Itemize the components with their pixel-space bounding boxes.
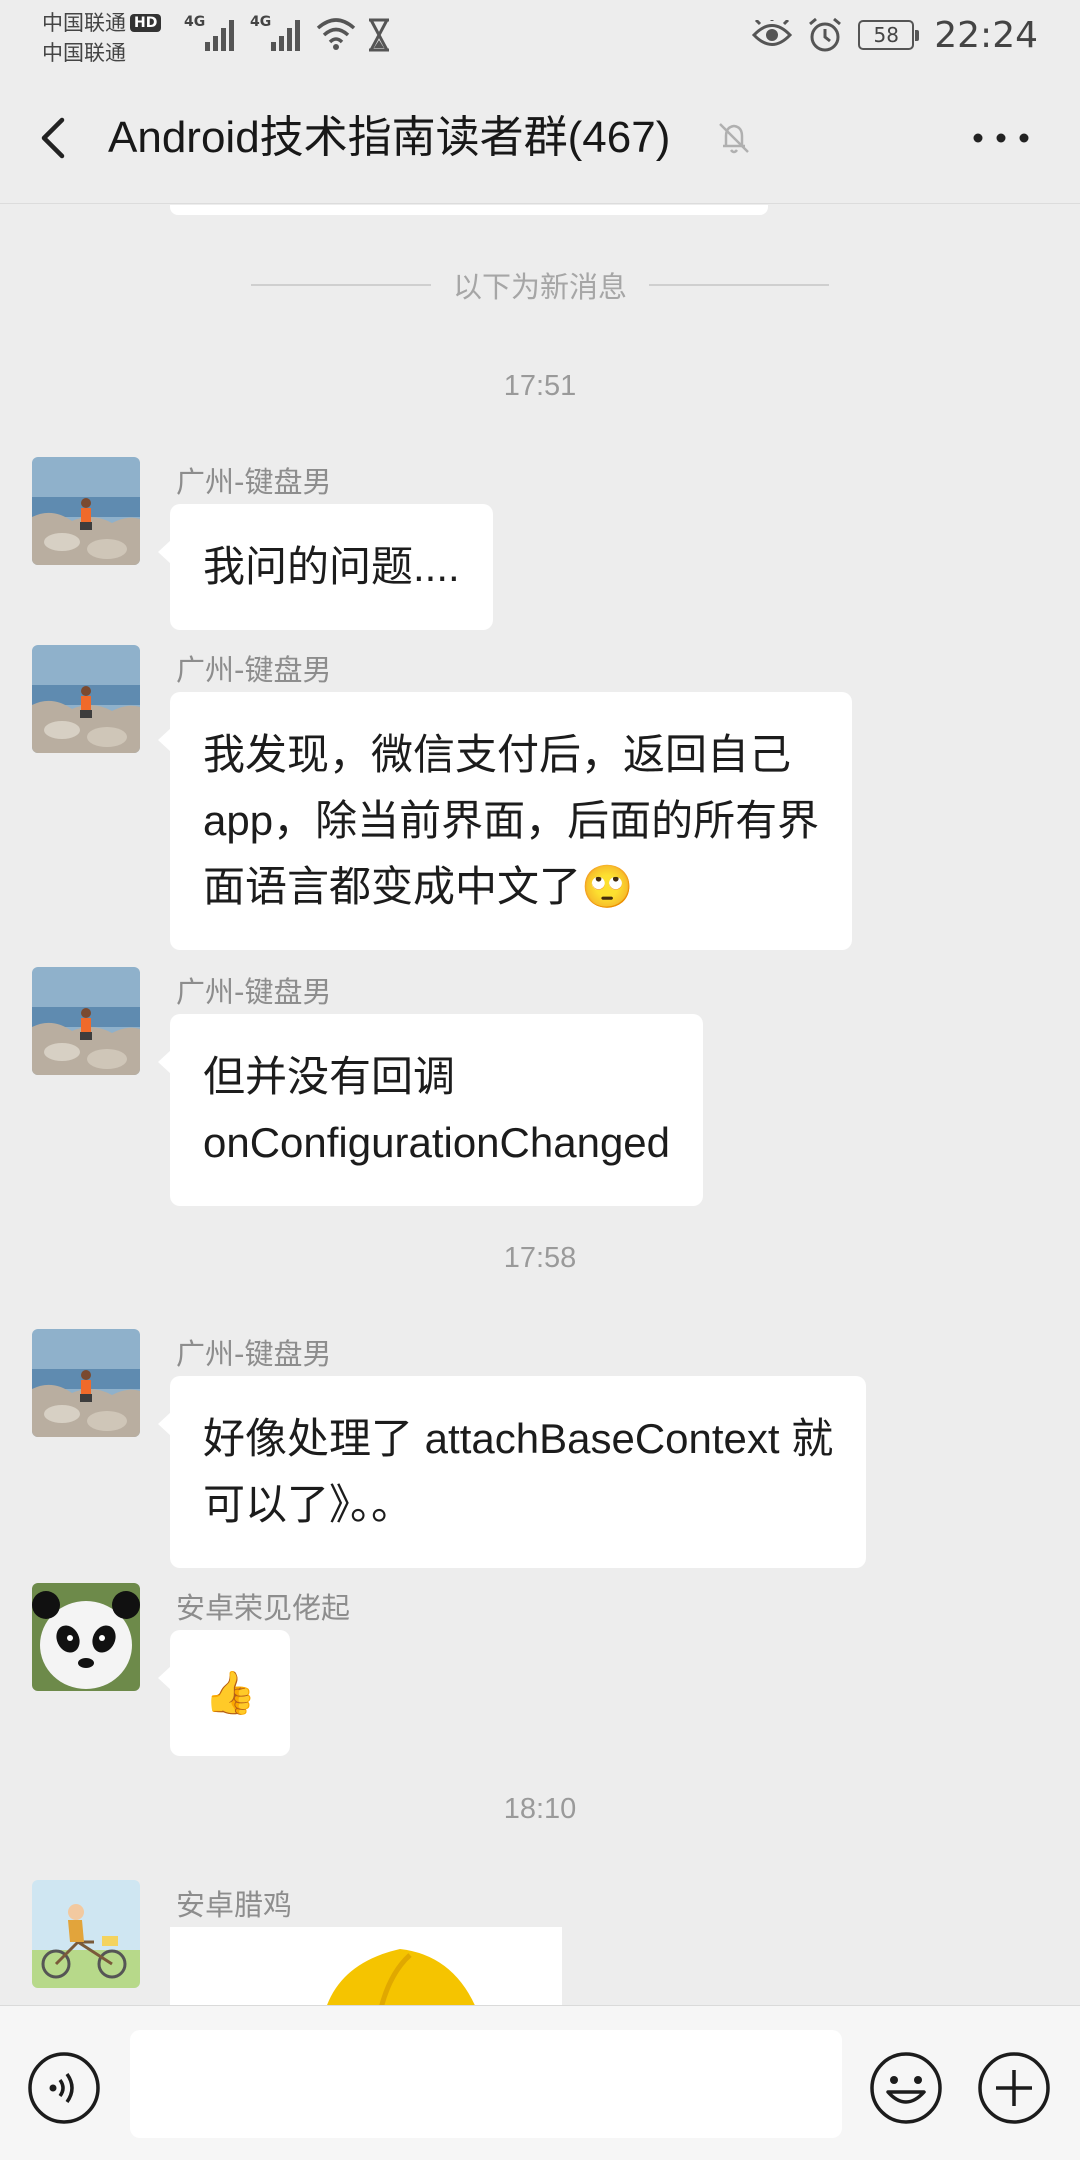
- chat-header: Android技术指南读者群(467): [0, 70, 1080, 204]
- avatar[interactable]: [32, 645, 140, 753]
- wifi-icon: [316, 18, 356, 50]
- sender-name: 广州-键盘男: [176, 465, 332, 499]
- message-text: 可以了》。。: [203, 1481, 414, 1528]
- message-input[interactable]: [130, 2030, 842, 2138]
- sender-name: 广州-键盘男: [176, 975, 332, 1009]
- chat-title: Android技术指南读者群(467): [108, 113, 671, 162]
- message-text: app，除当前界面，后面的所有界: [203, 797, 820, 844]
- message-text: 好像处理了 attachBaseContext 就: [203, 1415, 834, 1462]
- input-bar: [0, 2005, 1080, 2160]
- sender-name: 广州-键盘男: [176, 653, 332, 687]
- status-bar: 中国联通 HD 中国联通 4G 4G 58 22:24: [0, 0, 1080, 70]
- timestamp: 17:58: [503, 1242, 577, 1274]
- avatar[interactable]: [32, 967, 140, 1075]
- sender-name: 广州-键盘男: [176, 1337, 332, 1371]
- previous-message-bubble[interactable]: [170, 205, 768, 215]
- image-message[interactable]: [170, 1927, 562, 2005]
- avatar[interactable]: [32, 1329, 140, 1437]
- message-bubble[interactable]: 👍: [157, 1630, 291, 1756]
- battery-indicator: 58: [858, 20, 920, 50]
- sender-name: 安卓腊鸡: [176, 1888, 293, 1922]
- message-list[interactable]: 以下为新消息 17:51 广州-键盘男 我问的问题.... 广州-键盘男 我发现…: [0, 205, 1080, 2005]
- status-time: 22:24: [934, 14, 1038, 56]
- signal-icon-1: [205, 20, 234, 51]
- avatar[interactable]: [32, 1880, 140, 1988]
- message-text: onConfigurationChanged: [203, 1119, 671, 1166]
- new-messages-divider: 以下为新消息: [0, 255, 1080, 315]
- message-bubble[interactable]: 我发现，微信支付后，返回自己 app，除当前界面，后面的所有界 面语言都变成中文…: [157, 692, 853, 950]
- rolling-eyes-emoji-icon: 🙄: [581, 863, 634, 910]
- carrier-name-2: 中国联通: [42, 41, 126, 65]
- timestamp: 18:10: [503, 1793, 577, 1825]
- thumbs-up-emoji-icon: 👍: [204, 1669, 257, 1716]
- message-text: 我问的问题....: [203, 543, 460, 590]
- signal-icon-2: [271, 20, 300, 51]
- message-text: 我发现，微信支付后，返回自己: [203, 731, 792, 778]
- network-type-1: 4G: [184, 14, 206, 30]
- emoji-button[interactable]: [868, 2050, 944, 2126]
- yellow-helmet-image: [170, 1927, 562, 2005]
- hourglass-icon: [369, 18, 389, 52]
- alarm-icon: [809, 17, 842, 52]
- message-bubble[interactable]: 但并没有回调 onConfigurationChanged: [157, 1014, 704, 1206]
- network-type-2: 4G: [250, 14, 272, 30]
- timestamp: 17:51: [503, 370, 577, 402]
- muted-bell-icon: [719, 123, 749, 154]
- back-button[interactable]: [30, 108, 80, 168]
- message-bubble[interactable]: 好像处理了 attachBaseContext 就 可以了》。。: [157, 1376, 867, 1568]
- more-functions-button[interactable]: [976, 2050, 1052, 2126]
- more-options-button[interactable]: [966, 118, 1036, 158]
- eye-icon: [752, 20, 793, 46]
- message-bubble[interactable]: 我问的问题....: [158, 504, 493, 630]
- avatar[interactable]: [32, 1583, 140, 1691]
- voice-input-button[interactable]: [26, 2050, 102, 2126]
- message-text: 面语言都变成中文了: [203, 863, 582, 910]
- message-text: 但并没有回调: [203, 1053, 456, 1100]
- avatar[interactable]: [32, 457, 140, 565]
- new-messages-label: 以下为新消息: [452, 270, 627, 304]
- carrier-name-1: 中国联通: [42, 11, 126, 35]
- hd-badge: HD: [130, 14, 162, 32]
- carrier-info: 中国联通 HD 中国联通: [42, 8, 162, 68]
- sender-name: 安卓荣见佬起: [176, 1591, 351, 1625]
